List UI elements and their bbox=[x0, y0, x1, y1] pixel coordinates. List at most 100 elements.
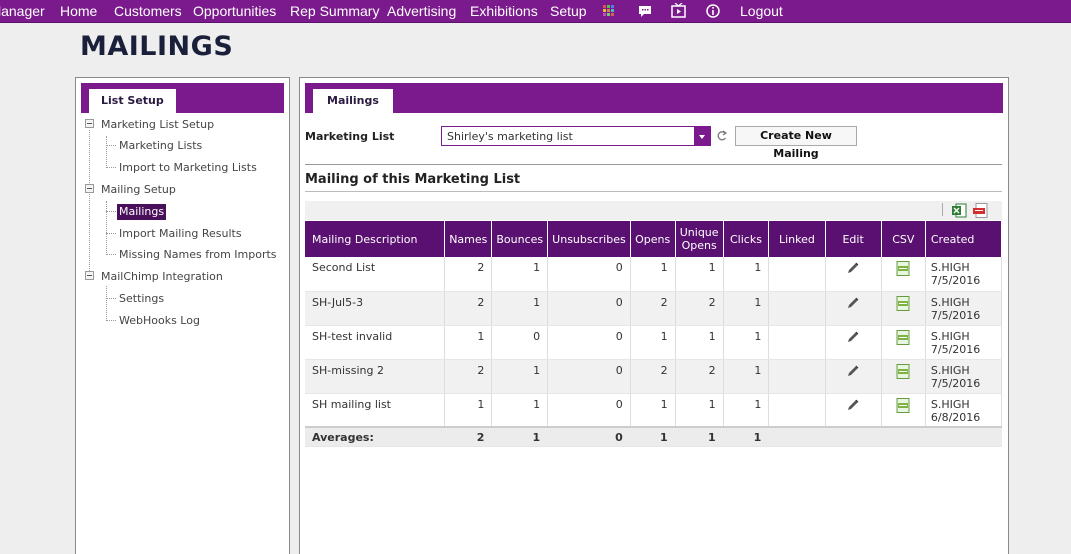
avg-empty bbox=[925, 426, 1003, 447]
collapse-mailing-setup[interactable] bbox=[85, 184, 94, 193]
info-icon[interactable] bbox=[706, 4, 720, 18]
col-unique-opens[interactable]: Unique Opens bbox=[675, 221, 724, 257]
chat-icon[interactable] bbox=[638, 4, 652, 18]
col-clicks[interactable]: Clicks bbox=[723, 221, 770, 257]
avg-clicks: 1 bbox=[723, 426, 770, 447]
tree-item-missing-names[interactable]: Missing Names from Imports bbox=[119, 248, 277, 262]
table-row[interactable]: SH-test invalid 1 0 0 1 1 1 S.HIGH 7/5/2016 bbox=[305, 325, 1003, 360]
tree-connector bbox=[106, 320, 116, 321]
table-row[interactable]: Second List 2 1 0 1 1 1 S.HIGH 7/5/2016 bbox=[305, 257, 1003, 292]
tree-mailchimp-integration[interactable]: MailChimp Integration bbox=[101, 270, 223, 284]
col-opens[interactable]: Opens bbox=[630, 221, 676, 257]
col-edit: Edit bbox=[825, 221, 882, 257]
tree-item-import-to-marketing-lists[interactable]: Import to Marketing Lists bbox=[119, 161, 257, 175]
divider bbox=[305, 191, 1002, 192]
cell-linked bbox=[768, 257, 826, 292]
pencil-icon[interactable] bbox=[846, 364, 860, 378]
created-date: 7/5/2016 bbox=[930, 342, 981, 356]
pencil-icon[interactable] bbox=[846, 296, 860, 310]
cell-description[interactable]: SH-test invalid bbox=[305, 325, 446, 360]
cell-names: 1 bbox=[444, 393, 493, 428]
tree-item-settings[interactable]: Settings bbox=[119, 292, 164, 306]
tree-item-mailings[interactable]: Mailings bbox=[117, 204, 167, 220]
tree-item-marketing-lists[interactable]: Marketing Lists bbox=[119, 139, 202, 153]
tree-item-import-mailing-results[interactable]: Import Mailing Results bbox=[119, 227, 242, 241]
collapse-marketing-list-setup[interactable] bbox=[85, 119, 94, 128]
cell-clicks: 1 bbox=[723, 393, 770, 428]
cell-unsubscribes: 0 bbox=[547, 359, 631, 394]
nav-rep-summary[interactable]: Rep Summary bbox=[290, 3, 379, 20]
cell-opens: 2 bbox=[630, 359, 676, 394]
tab-mailings[interactable]: Mailings bbox=[313, 89, 393, 113]
cell-opens: 1 bbox=[630, 393, 676, 428]
nav-home[interactable]: Home bbox=[60, 3, 97, 20]
col-names[interactable]: Names bbox=[444, 221, 493, 257]
create-new-mailing-button[interactable]: Create New Mailing bbox=[735, 126, 857, 160]
cell-created: S.HIGH 7/5/2016 bbox=[925, 257, 1003, 292]
tree-connector bbox=[106, 254, 116, 255]
video-icon[interactable] bbox=[671, 3, 686, 18]
nav-setup[interactable]: Setup bbox=[550, 3, 587, 20]
cell-clicks: 1 bbox=[723, 257, 770, 292]
nav-exhibitions[interactable]: Exhibitions bbox=[470, 3, 538, 20]
col-created[interactable]: Created bbox=[925, 221, 1003, 257]
table-row[interactable]: SH-missing 2 2 1 0 2 2 1 S.HIGH 7/5/2016 bbox=[305, 359, 1003, 394]
created-by: S.HIGH bbox=[930, 295, 970, 309]
cell-description[interactable]: SH-Jul5-3 bbox=[305, 291, 446, 326]
divider bbox=[305, 164, 1002, 165]
nav-manager[interactable]: lanager bbox=[0, 3, 45, 20]
cell-unsubscribes: 0 bbox=[547, 291, 631, 326]
table-row[interactable]: SH mailing list 1 1 0 1 1 1 S.HIGH 6/8/2016 bbox=[305, 393, 1003, 428]
pdf-export-icon[interactable] bbox=[973, 203, 988, 218]
avg-unique-opens: 1 bbox=[675, 426, 724, 447]
csv-file-icon[interactable] bbox=[896, 295, 910, 311]
marketing-list-select[interactable]: Shirley's marketing list bbox=[441, 126, 711, 146]
tree-connector bbox=[106, 201, 107, 255]
tree-connector bbox=[106, 167, 116, 168]
list-setup-panel: List Setup Marketing List Setup Marketin… bbox=[75, 77, 290, 554]
cell-description[interactable]: Second List bbox=[305, 257, 446, 292]
csv-file-icon[interactable] bbox=[896, 329, 910, 345]
avg-empty bbox=[881, 426, 926, 447]
csv-file-icon[interactable] bbox=[896, 397, 910, 413]
refresh-icon[interactable] bbox=[716, 129, 728, 143]
collapse-mailchimp-integration[interactable] bbox=[85, 271, 94, 280]
nav-logout[interactable]: Logout bbox=[740, 3, 783, 20]
cell-names: 2 bbox=[444, 291, 493, 326]
col-mailing-description[interactable]: Mailing Description bbox=[305, 221, 446, 257]
table-row[interactable]: SH-Jul5-3 2 1 0 2 2 1 S.HIGH 7/5/2016 bbox=[305, 291, 1003, 326]
nav-customers[interactable]: Customers bbox=[114, 3, 182, 20]
cell-unsubscribes: 0 bbox=[547, 257, 631, 292]
tab-list-setup[interactable]: List Setup bbox=[89, 89, 176, 113]
apps-grid-icon[interactable] bbox=[603, 5, 617, 19]
pencil-icon[interactable] bbox=[846, 398, 860, 412]
excel-export-icon[interactable] bbox=[952, 203, 967, 218]
mailings-panel: Mailings Marketing List Shirley's market… bbox=[299, 77, 1009, 554]
tree-marketing-list-setup[interactable]: Marketing List Setup bbox=[101, 118, 214, 132]
export-toolbar bbox=[305, 201, 1002, 220]
avg-unsubscribes: 0 bbox=[547, 426, 631, 447]
col-bounces[interactable]: Bounces bbox=[491, 221, 549, 257]
pencil-icon[interactable] bbox=[846, 261, 860, 275]
col-unsubscribes[interactable]: Unsubscribes bbox=[547, 221, 631, 257]
table-header-row: Mailing Description Names Bounces Unsubs… bbox=[305, 221, 1003, 257]
chevron-down-icon[interactable] bbox=[694, 127, 710, 145]
tree-item-webhooks-log[interactable]: WebHooks Log bbox=[119, 314, 200, 328]
tree-mailing-setup[interactable]: Mailing Setup bbox=[101, 183, 176, 197]
csv-file-icon[interactable] bbox=[896, 363, 910, 379]
cell-description[interactable]: SH-missing 2 bbox=[305, 359, 446, 394]
cell-csv bbox=[881, 393, 926, 428]
created-date: 7/5/2016 bbox=[930, 376, 981, 390]
avg-empty bbox=[768, 426, 826, 447]
created-by: S.HIGH bbox=[930, 261, 970, 274]
nav-opportunities[interactable]: Opportunities bbox=[193, 3, 276, 20]
tree-connector bbox=[106, 298, 116, 299]
cell-created: S.HIGH 6/8/2016 bbox=[925, 393, 1003, 428]
nav-advertising[interactable]: Advertising bbox=[387, 3, 456, 20]
col-linked[interactable]: Linked bbox=[768, 221, 826, 257]
avg-empty bbox=[825, 426, 882, 447]
csv-file-icon[interactable] bbox=[896, 261, 910, 276]
cell-description[interactable]: SH mailing list bbox=[305, 393, 446, 428]
pencil-icon[interactable] bbox=[846, 330, 860, 344]
tree-connector bbox=[106, 145, 116, 146]
